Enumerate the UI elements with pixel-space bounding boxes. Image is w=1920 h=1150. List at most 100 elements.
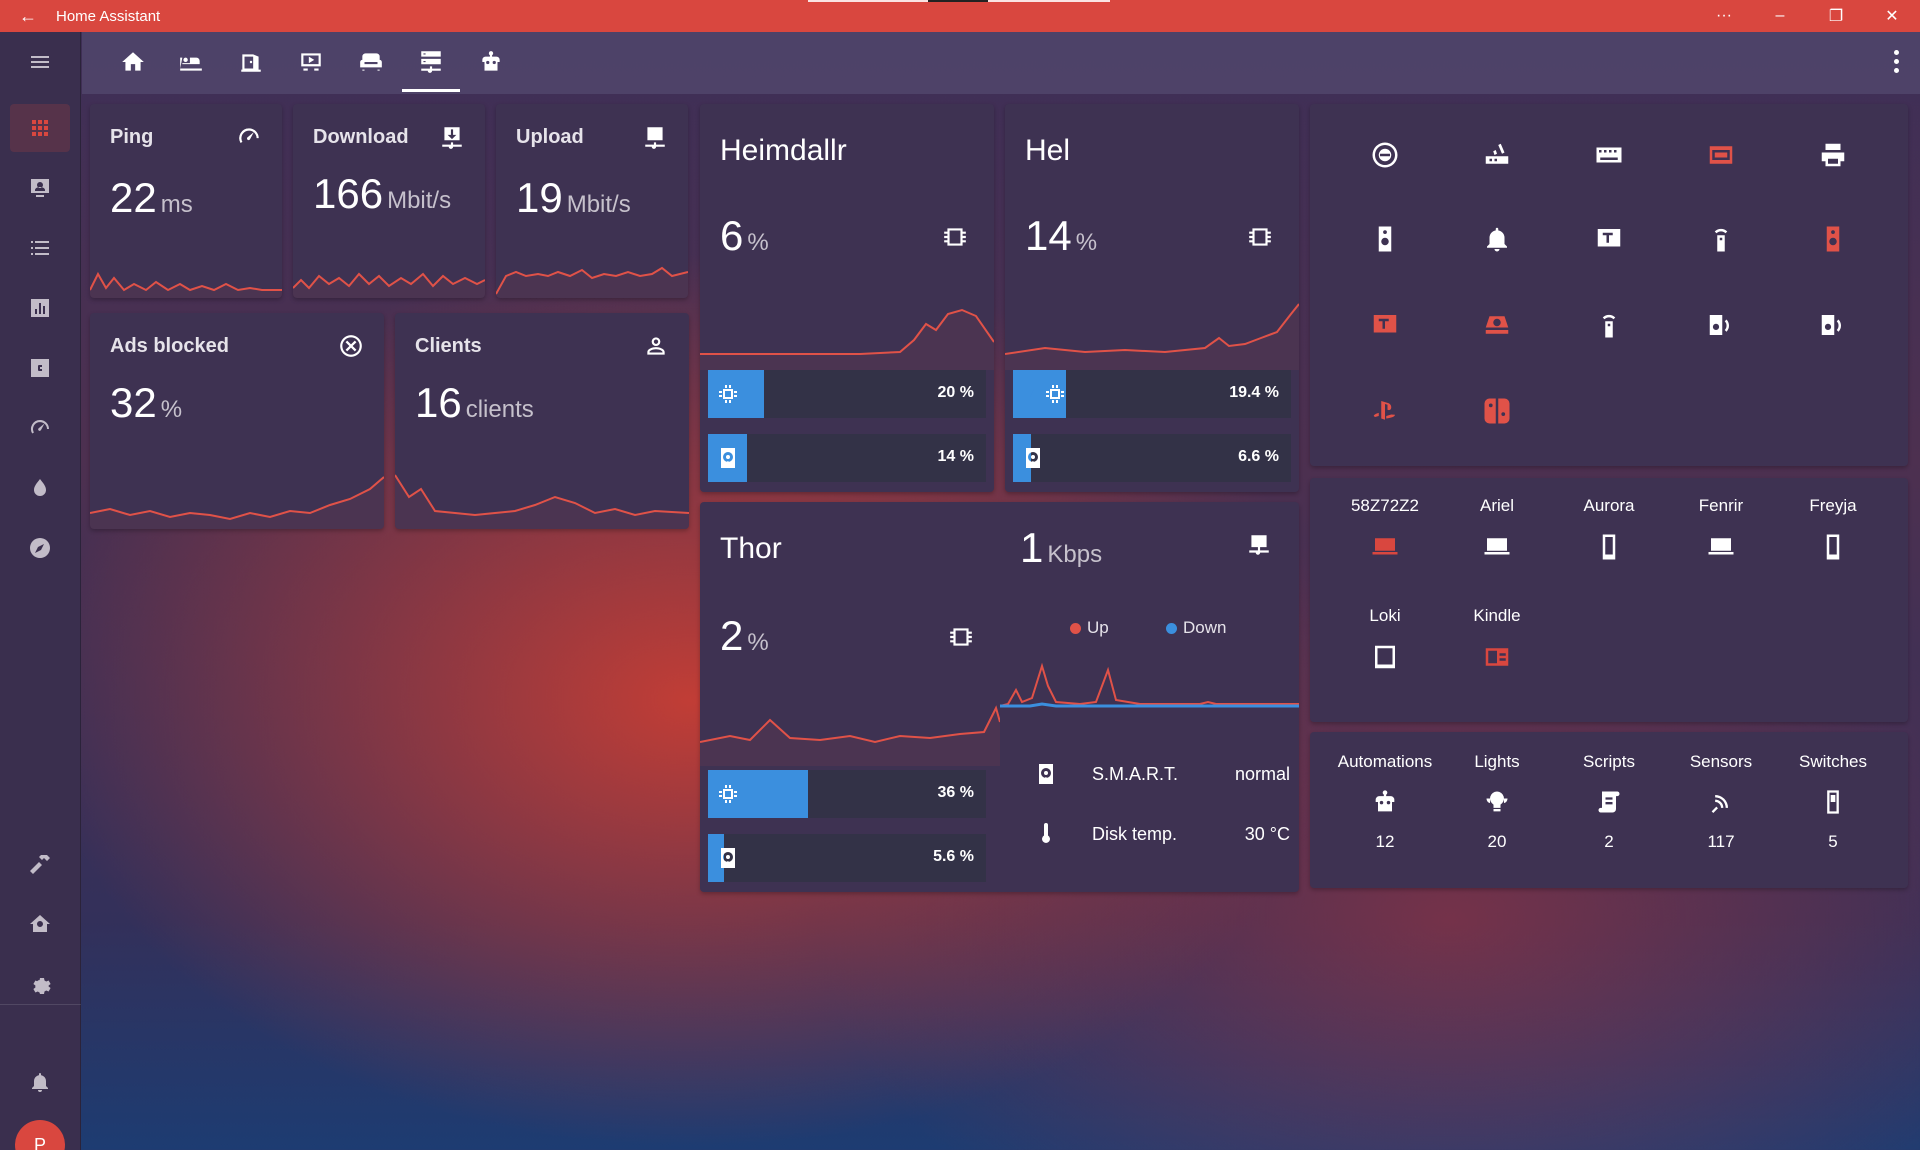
playstation-icon[interactable]	[1370, 396, 1400, 426]
arrow-down-icon: ▼	[1023, 384, 1037, 400]
heimdallr-card[interactable]: Heimdallr 6% 20 % 14 %	[700, 104, 994, 492]
summary-automations[interactable]: Automations 12	[1325, 752, 1445, 852]
summary-count: 117	[1707, 832, 1735, 851]
ads-blocked-card[interactable]: Ads blocked 32%	[90, 313, 384, 529]
close-circle-icon	[338, 333, 364, 359]
television-box-red-icon[interactable]	[1370, 310, 1400, 340]
summary-sensors[interactable]: Sensors 117	[1661, 752, 1781, 852]
harddisk-icon	[716, 446, 740, 470]
robot-vacuum-icon[interactable]	[1370, 140, 1400, 170]
device-name: Aurora	[1583, 496, 1635, 515]
speaker-wireless-2-icon[interactable]	[1818, 310, 1848, 340]
bell-icon[interactable]	[1482, 224, 1512, 254]
device-name: 58Z72Z2	[1350, 496, 1420, 515]
server-name: Thor	[720, 532, 782, 565]
phone-icon	[1778, 532, 1888, 562]
upload-sparkline	[496, 266, 688, 298]
drop-icon[interactable]	[10, 464, 70, 512]
maximize-icon[interactable]: ❐	[1808, 0, 1864, 32]
summary-lights[interactable]: Lights 20	[1437, 752, 1557, 852]
summary-card: Automations 12 Lights 20 Scripts 2 Sensors 117 S…	[1310, 732, 1908, 888]
laptop-icon	[1330, 532, 1440, 562]
hammer-icon[interactable]	[10, 840, 70, 888]
harddisk-icon	[716, 846, 740, 870]
toolbar-menu-icon[interactable]	[1894, 50, 1902, 77]
tab-sofa-icon[interactable]	[342, 32, 400, 92]
disk-percent: 14 %	[937, 448, 974, 465]
laptop-icon	[1442, 532, 1552, 562]
device-tile[interactable]: Loki	[1330, 606, 1440, 672]
speaker-wireless-icon[interactable]	[1706, 310, 1736, 340]
hel-card[interactable]: Hel 14% ▼ 19.4 % 6.6 %	[1005, 104, 1299, 492]
keyboard-icon[interactable]	[1594, 140, 1624, 170]
device-name: Fenrir	[1698, 496, 1744, 515]
tab-robot-icon[interactable]	[462, 32, 520, 92]
device-tile[interactable]: Freyja	[1778, 496, 1888, 562]
menu-icon[interactable]	[10, 38, 70, 86]
ebook-icon	[1442, 642, 1552, 672]
home-gear-icon[interactable]	[10, 900, 70, 948]
download-network-icon	[439, 124, 465, 150]
list-icon[interactable]	[10, 224, 70, 272]
speaker-icon[interactable]	[1370, 224, 1400, 254]
summary-switches[interactable]: Switches 5	[1773, 752, 1893, 852]
nas-red-icon[interactable]	[1482, 310, 1512, 340]
more-options-icon[interactable]: ···	[1696, 0, 1752, 32]
summary-label: Sensors	[1689, 752, 1753, 771]
tab-server-network-icon[interactable]	[402, 32, 460, 92]
memory-icon	[942, 224, 968, 250]
disk-bar: 14 %	[708, 434, 986, 482]
router-wireless-icon[interactable]	[1482, 140, 1512, 170]
television-box-icon[interactable]	[1594, 224, 1624, 254]
cpu-bar: 36 %	[708, 770, 986, 818]
summary-label: Lights	[1474, 752, 1520, 771]
account-card-icon[interactable]	[10, 164, 70, 212]
device-tile[interactable]: 58Z72Z2	[1330, 496, 1440, 562]
disk-bar: 5.6 %	[708, 834, 986, 882]
nintendo-switch-icon[interactable]	[1482, 396, 1512, 426]
legend-up: Up	[1070, 618, 1109, 638]
tablet-icon	[1330, 642, 1440, 672]
device-tile[interactable]: Kindle	[1442, 606, 1552, 672]
printer-icon[interactable]	[1818, 140, 1848, 170]
dashboard-grid-icon[interactable]	[10, 104, 70, 152]
phone-icon	[1554, 532, 1664, 562]
back-arrow-icon[interactable]: ←	[0, 6, 56, 27]
disk-temp-value: 30 °C	[1244, 824, 1290, 844]
disk-percent: 6.6 %	[1238, 448, 1279, 465]
speaker-red-icon[interactable]	[1818, 224, 1848, 254]
speedometer-icon[interactable]	[10, 404, 70, 452]
c-box-icon[interactable]	[10, 344, 70, 392]
device-tile[interactable]: Ariel	[1442, 496, 1552, 562]
tab-door-open-icon[interactable]	[222, 32, 280, 92]
clients-card[interactable]: Clients 16 clients	[395, 313, 689, 529]
remote-icon[interactable]	[1706, 224, 1736, 254]
tab-bed-icon[interactable]	[162, 32, 220, 92]
tab-home-icon[interactable]	[104, 32, 162, 92]
server-name: Hel	[1025, 134, 1071, 167]
remote-2-icon[interactable]	[1594, 310, 1624, 340]
chip-icon	[716, 782, 740, 806]
cpu-bar: 20 %	[708, 370, 986, 418]
tab-projector-screen-icon[interactable]	[282, 32, 340, 92]
summary-scripts[interactable]: Scripts 2	[1549, 752, 1669, 852]
thor-card[interactable]: Thor 2% 36 % 5.6 % 1 Kbps Up Down S.M.A.R…	[700, 502, 1299, 892]
minimize-icon[interactable]: –	[1752, 0, 1808, 32]
bell-icon[interactable]	[10, 1058, 70, 1106]
view-toolbar	[82, 32, 1920, 94]
download-value: 166 Mbit/s	[313, 170, 452, 217]
download-card[interactable]: Download 166 Mbit/s	[293, 104, 485, 298]
device-tile[interactable]: Aurora	[1554, 496, 1664, 562]
upload-value: 19 Mbit/s	[516, 174, 631, 221]
ads-blocked-sparkline	[90, 476, 384, 529]
chart-box-icon[interactable]	[10, 284, 70, 332]
settings-icon[interactable]	[10, 960, 70, 1008]
thor-network-sparkline	[1000, 662, 1299, 708]
video-input-icon[interactable]	[1706, 140, 1736, 170]
ping-card[interactable]: Ping 22 ms	[90, 104, 282, 298]
upload-card[interactable]: Upload 19 Mbit/s	[496, 104, 688, 298]
user-avatar[interactable]: P	[15, 1120, 65, 1150]
compass-icon[interactable]	[10, 524, 70, 572]
device-tile[interactable]: Fenrir	[1666, 496, 1776, 562]
close-icon[interactable]: ✕	[1864, 0, 1920, 32]
